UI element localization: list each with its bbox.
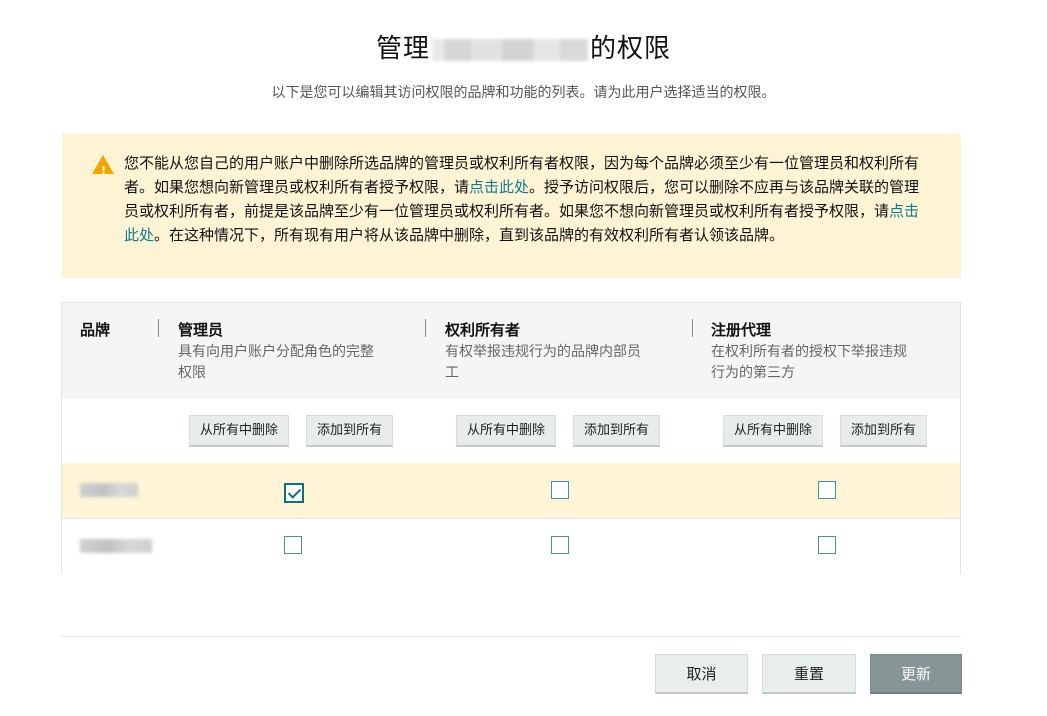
- brand-column-header: 品牌: [80, 321, 111, 339]
- rights-owner-add-all-button[interactable]: 添加到所有: [573, 415, 661, 447]
- alert-text-3: 。在这种情况下，所有现有用户将从该品牌中删除，直到该品牌的有效权利所有者认领该品…: [154, 226, 785, 244]
- column-desc: 具有向用户账户分配角色的完整 权限: [178, 344, 374, 381]
- column-header-admin: 管理员 具有向用户账户分配角色的完整 权限: [178, 319, 374, 384]
- title-suffix: 的权限: [590, 34, 672, 64]
- redacted-brand-name: [80, 483, 138, 497]
- column-divider: [692, 319, 693, 337]
- column-divider: [425, 319, 426, 337]
- title-prefix: 管理: [375, 34, 430, 64]
- update-button[interactable]: 更新: [870, 654, 962, 694]
- column-name: 注册代理: [711, 321, 772, 339]
- table-row: [62, 519, 960, 575]
- bulk-actions-row: 从所有中删除 添加到所有 从所有中删除 添加到所有 从所有中删除 添加到所有: [62, 399, 960, 464]
- permissions-table: 品牌 管理员 具有向用户账户分配角色的完整 权限 权利所有者 有权举报违规行为的品…: [61, 302, 961, 575]
- rights-owner-checkbox[interactable]: [551, 481, 569, 499]
- admin-remove-all-button[interactable]: 从所有中删除: [189, 415, 290, 447]
- agent-checkbox[interactable]: [818, 536, 836, 554]
- table-header-row: 品牌 管理员 具有向用户账户分配角色的完整 权限 权利所有者 有权举报违规行为的品…: [62, 303, 960, 400]
- redacted-username: [432, 38, 588, 61]
- warning-alert: ! 您不能从您自己的用户账户中删除所选品牌的管理员或权利所有者权限，因为每个品牌…: [62, 133, 961, 278]
- column-header-registered-agent: 注册代理 在权利所有者的授权下举报违规 行为的第三方: [711, 319, 907, 384]
- agent-checkbox[interactable]: [818, 481, 836, 499]
- column-desc: 在权利所有者的授权下举报违规 行为的第三方: [711, 344, 907, 381]
- table-row: [62, 463, 960, 519]
- rights-owner-remove-all-button[interactable]: 从所有中删除: [456, 415, 557, 447]
- column-desc: 有权举报违规行为的品牌内部员工: [445, 344, 641, 381]
- footer-divider: [61, 636, 961, 637]
- redacted-brand-name: [80, 539, 152, 553]
- admin-add-all-button[interactable]: 添加到所有: [306, 415, 394, 447]
- alert-link-1[interactable]: 点击此处: [469, 178, 529, 196]
- column-header-rights-owner: 权利所有者 有权举报违规行为的品牌内部员工: [445, 319, 641, 384]
- page-title: 管理 的权限: [0, 28, 1047, 65]
- admin-checkbox[interactable]: [284, 536, 302, 554]
- rights-owner-checkbox[interactable]: [551, 536, 569, 554]
- admin-checkbox[interactable]: [284, 483, 304, 503]
- warning-triangle-icon: !: [92, 155, 114, 177]
- agent-remove-all-button[interactable]: 从所有中删除: [723, 415, 824, 447]
- agent-add-all-button[interactable]: 添加到所有: [840, 415, 928, 447]
- reset-button[interactable]: 重置: [762, 654, 856, 694]
- column-name: 权利所有者: [445, 321, 521, 339]
- column-divider: [158, 319, 159, 337]
- cancel-button[interactable]: 取消: [655, 654, 748, 694]
- page-subtitle: 以下是您可以编辑其访问权限的品牌和功能的列表。请为此用户选择适当的权限。: [271, 85, 776, 101]
- column-name: 管理员: [178, 321, 224, 339]
